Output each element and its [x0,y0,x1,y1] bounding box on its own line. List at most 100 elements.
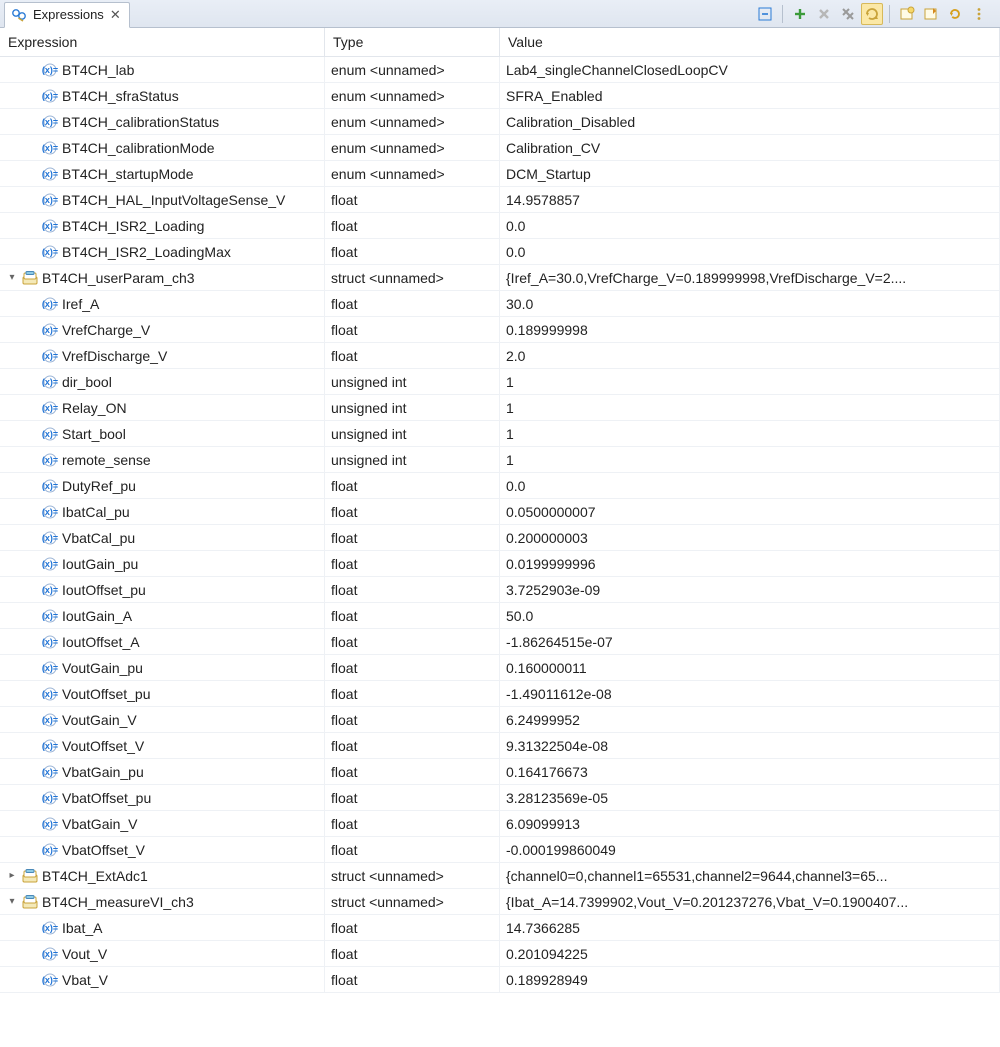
expression-cell[interactable]: ▸VrefDischarge_V [0,343,325,369]
expression-cell[interactable]: ▸BT4CH_ISR2_LoadingMax [0,239,325,265]
value-cell[interactable]: -0.000199860049 [500,837,1000,863]
expression-cell[interactable]: ▸Start_bool [0,421,325,447]
expression-cell[interactable]: ▸IoutOffset_A [0,629,325,655]
expression-cell[interactable]: ▸VrefCharge_V [0,317,325,343]
twisty-collapsed-icon[interactable]: ▸ [6,870,18,881]
expression-cell[interactable]: ▸VbatCal_pu [0,525,325,551]
expression-cell[interactable]: ▸BT4CH_lab [0,57,325,83]
variable-icon [42,764,58,780]
close-icon[interactable]: ✕ [110,7,121,23]
collapse-all-button[interactable] [754,3,776,25]
value-cell[interactable]: DCM_Startup [500,161,1000,187]
value-cell[interactable]: 1 [500,395,1000,421]
expression-cell[interactable]: ▸BT4CH_sfraStatus [0,83,325,109]
value-cell[interactable]: 6.09099913 [500,811,1000,837]
col-header-value[interactable]: Value [500,28,1000,57]
expression-cell[interactable]: ▸BT4CH_ExtAdc1 [0,863,325,889]
expression-cell[interactable]: ▸VoutGain_pu [0,655,325,681]
value-cell[interactable]: 0.0 [500,239,1000,265]
remove-expression-button[interactable] [813,3,835,25]
value-cell[interactable]: 14.9578857 [500,187,1000,213]
expression-cell[interactable]: ▸VbatOffset_V [0,837,325,863]
add-expression-button[interactable] [789,3,811,25]
twisty-expanded-icon[interactable]: ▾ [6,896,18,907]
expression-cell[interactable]: ▸VbatGain_pu [0,759,325,785]
value-cell[interactable]: 1 [500,369,1000,395]
col-header-expression[interactable]: Expression [0,28,325,57]
value-cell[interactable]: Lab4_singleChannelClosedLoopCV [500,57,1000,83]
value-cell[interactable]: 9.31322504e-08 [500,733,1000,759]
value-cell[interactable]: SFRA_Enabled [500,83,1000,109]
expression-cell[interactable]: ▸BT4CH_startupMode [0,161,325,187]
continuous-refresh-button[interactable] [861,3,883,25]
variable-icon [42,244,58,260]
value-cell[interactable]: 0.0 [500,473,1000,499]
expression-cell[interactable]: ▸VoutOffset_pu [0,681,325,707]
twisty-expanded-icon[interactable]: ▾ [6,272,18,283]
expression-cell[interactable]: ▸dir_bool [0,369,325,395]
value-cell[interactable]: 50.0 [500,603,1000,629]
expression-cell[interactable]: ▸VbatGain_V [0,811,325,837]
value-cell[interactable]: {channel0=0,channel1=65531,channel2=9644… [500,863,1000,889]
col-header-type[interactable]: Type [325,28,500,57]
value-cell[interactable]: 0.160000011 [500,655,1000,681]
pin-view-button[interactable] [920,3,942,25]
expression-cell[interactable]: ▾BT4CH_measureVI_ch3 [0,889,325,915]
expression-name: BT4CH_lab [62,62,134,78]
type-cell: enum <unnamed> [325,161,500,187]
new-tab-button[interactable] [896,3,918,25]
expression-cell[interactable]: ▾BT4CH_userParam_ch3 [0,265,325,291]
expression-cell[interactable]: ▸BT4CH_calibrationMode [0,135,325,161]
expression-cell[interactable]: ▸Relay_ON [0,395,325,421]
value-cell[interactable]: -1.49011612e-08 [500,681,1000,707]
expression-cell[interactable]: ▸IbatCal_pu [0,499,325,525]
expression-cell[interactable]: ▸VoutGain_V [0,707,325,733]
value-cell[interactable]: 14.7366285 [500,915,1000,941]
expression-name: dir_bool [62,374,112,390]
value-cell[interactable]: 3.7252903e-09 [500,577,1000,603]
refresh-button[interactable] [944,3,966,25]
expression-cell[interactable]: ▸IoutGain_A [0,603,325,629]
value-cell[interactable]: 0.0 [500,213,1000,239]
value-cell[interactable]: 0.200000003 [500,525,1000,551]
expression-cell[interactable]: ▸Ibat_A [0,915,325,941]
remove-all-button[interactable] [837,3,859,25]
expression-cell[interactable]: ▸Vout_V [0,941,325,967]
value-cell[interactable]: 2.0 [500,343,1000,369]
expression-cell[interactable]: ▸VoutOffset_V [0,733,325,759]
variable-icon [42,686,58,702]
value-cell[interactable]: -1.86264515e-07 [500,629,1000,655]
value-cell[interactable]: 0.189999998 [500,317,1000,343]
value-cell[interactable]: 0.164176673 [500,759,1000,785]
value-cell[interactable]: 0.201094225 [500,941,1000,967]
expression-cell[interactable]: ▸Vbat_V [0,967,325,993]
type-cell: float [325,837,500,863]
expression-cell[interactable]: ▸BT4CH_HAL_InputVoltageSense_V [0,187,325,213]
view-menu-button[interactable] [968,3,990,25]
value-cell[interactable]: 1 [500,421,1000,447]
value-cell[interactable]: {Iref_A=30.0,VrefCharge_V=0.189999998,Vr… [500,265,1000,291]
type-cell: enum <unnamed> [325,83,500,109]
expression-cell[interactable]: ▸IoutOffset_pu [0,577,325,603]
expression-name: VbatOffset_V [62,842,145,858]
variable-icon [42,62,58,78]
value-cell[interactable]: {Ibat_A=14.7399902,Vout_V=0.201237276,Vb… [500,889,1000,915]
expression-cell[interactable]: ▸BT4CH_calibrationStatus [0,109,325,135]
value-cell[interactable]: 6.24999952 [500,707,1000,733]
toolbar-separator [782,5,783,23]
value-cell[interactable]: 0.189928949 [500,967,1000,993]
value-cell[interactable]: Calibration_CV [500,135,1000,161]
value-cell[interactable]: 0.0199999996 [500,551,1000,577]
value-cell[interactable]: 0.0500000007 [500,499,1000,525]
expression-cell[interactable]: ▸Iref_A [0,291,325,317]
value-cell[interactable]: 1 [500,447,1000,473]
expression-cell[interactable]: ▸remote_sense [0,447,325,473]
expression-cell[interactable]: ▸IoutGain_pu [0,551,325,577]
expression-cell[interactable]: ▸DutyRef_pu [0,473,325,499]
value-cell[interactable]: 30.0 [500,291,1000,317]
value-cell[interactable]: Calibration_Disabled [500,109,1000,135]
expression-cell[interactable]: ▸BT4CH_ISR2_Loading [0,213,325,239]
tab-expressions[interactable]: Expressions ✕ [4,2,130,28]
value-cell[interactable]: 3.28123569e-05 [500,785,1000,811]
expression-cell[interactable]: ▸VbatOffset_pu [0,785,325,811]
